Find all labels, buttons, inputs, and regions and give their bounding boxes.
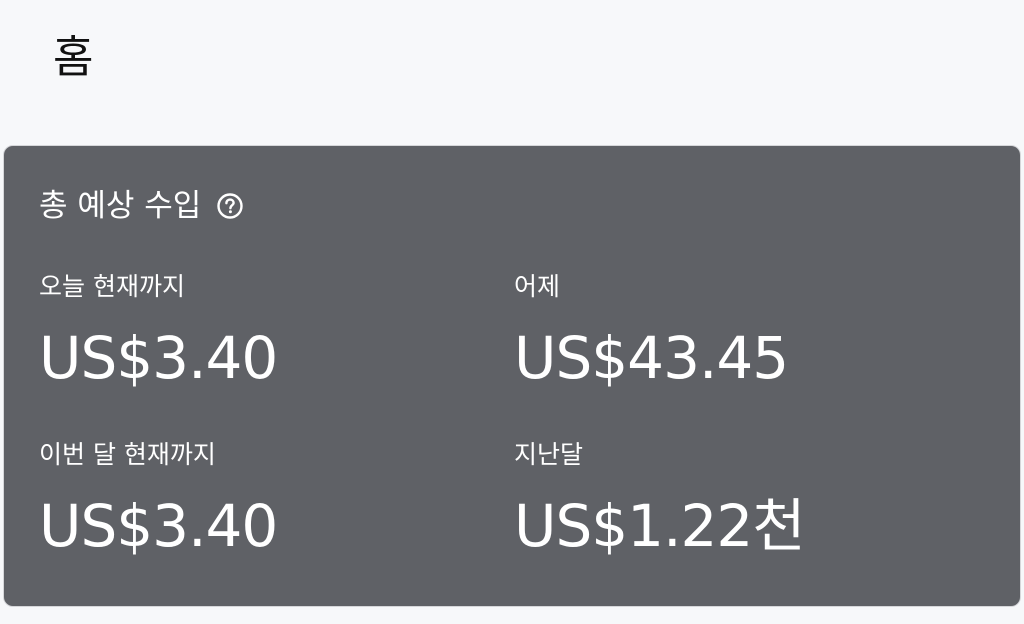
card-header: 총 예상 수입 bbox=[39, 184, 245, 228]
page-title: 홈 bbox=[53, 32, 94, 83]
help-circle-icon[interactable] bbox=[215, 191, 245, 221]
metric-yesterday-label: 어제 bbox=[514, 272, 561, 301]
card-title: 총 예상 수입 bbox=[39, 188, 202, 224]
metric-this-month-label: 이번 달 현재까지 bbox=[39, 440, 216, 469]
metric-yesterday-value: US$43.45 bbox=[514, 324, 789, 392]
metric-today-label: 오늘 현재까지 bbox=[39, 272, 185, 301]
metric-last-month: 지난달 US$1.22천 bbox=[514, 438, 806, 562]
metric-today: 오늘 현재까지 US$3.40 bbox=[39, 270, 278, 394]
metric-last-month-value: US$1.22천 bbox=[514, 492, 806, 560]
metric-this-month-value: US$3.40 bbox=[39, 492, 278, 560]
metric-today-value: US$3.40 bbox=[39, 324, 278, 392]
metric-yesterday: 어제 US$43.45 bbox=[514, 270, 789, 394]
metric-this-month: 이번 달 현재까지 US$3.40 bbox=[39, 438, 278, 562]
metric-last-month-label: 지난달 bbox=[514, 440, 584, 469]
estimated-earnings-card[interactable]: 총 예상 수입 오늘 현재까지 US$3.40 어제 US$43.45 이번 달… bbox=[3, 145, 1021, 607]
home-screen: 홈 총 예상 수입 오늘 현재까지 US$3.40 어제 US$43.45 이번… bbox=[0, 0, 1024, 624]
